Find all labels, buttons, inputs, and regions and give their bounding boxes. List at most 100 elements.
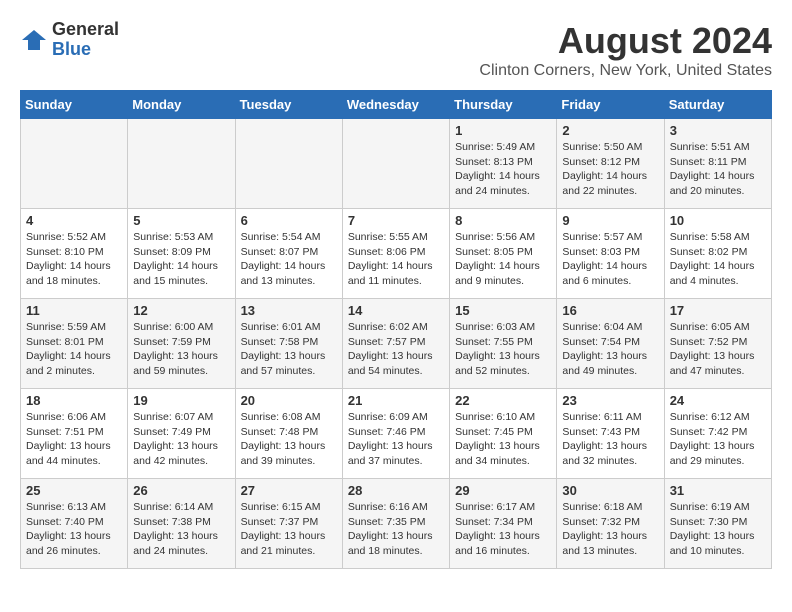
day-info: Sunrise: 5:52 AM Sunset: 8:10 PM Dayligh… xyxy=(26,230,122,289)
weekday-header: Sunday xyxy=(21,91,128,119)
calendar-header-row: SundayMondayTuesdayWednesdayThursdayFrid… xyxy=(21,91,772,119)
day-info: Sunrise: 5:51 AM Sunset: 8:11 PM Dayligh… xyxy=(670,140,766,199)
page-header: General Blue August 2024 Clinton Corners… xyxy=(20,20,772,80)
calendar-day-cell: 4 Sunrise: 5:52 AM Sunset: 8:10 PM Daylig… xyxy=(21,209,128,299)
day-info: Sunrise: 6:08 AM Sunset: 7:48 PM Dayligh… xyxy=(241,410,337,469)
day-info: Sunrise: 5:57 AM Sunset: 8:03 PM Dayligh… xyxy=(562,230,658,289)
day-number: 19 xyxy=(133,393,229,408)
calendar-day-cell xyxy=(235,119,342,209)
calendar-day-cell: 8 Sunrise: 5:56 AM Sunset: 8:05 PM Daylig… xyxy=(450,209,557,299)
day-number: 24 xyxy=(670,393,766,408)
calendar-week-row: 25 Sunrise: 6:13 AM Sunset: 7:40 PM Dayli… xyxy=(21,479,772,569)
day-info: Sunrise: 6:09 AM Sunset: 7:46 PM Dayligh… xyxy=(348,410,444,469)
calendar-day-cell: 9 Sunrise: 5:57 AM Sunset: 8:03 PM Daylig… xyxy=(557,209,664,299)
day-number: 23 xyxy=(562,393,658,408)
calendar-day-cell: 15 Sunrise: 6:03 AM Sunset: 7:55 PM Dayli… xyxy=(450,299,557,389)
day-number: 3 xyxy=(670,123,766,138)
day-number: 9 xyxy=(562,213,658,228)
logo: General Blue xyxy=(20,20,119,60)
calendar-day-cell: 11Sunrise: 5:59 AM Sunset: 8:01 PM Dayli… xyxy=(21,299,128,389)
day-info: Sunrise: 6:06 AM Sunset: 7:51 PM Dayligh… xyxy=(26,410,122,469)
day-number: 4 xyxy=(26,213,122,228)
day-number: 13 xyxy=(241,303,337,318)
calendar-day-cell: 29 Sunrise: 6:17 AM Sunset: 7:34 PM Dayli… xyxy=(450,479,557,569)
calendar-day-cell xyxy=(128,119,235,209)
day-info: Sunrise: 6:02 AM Sunset: 7:57 PM Dayligh… xyxy=(348,320,444,379)
day-number: 29 xyxy=(455,483,551,498)
calendar-day-cell: 13 Sunrise: 6:01 AM Sunset: 7:58 PM Dayli… xyxy=(235,299,342,389)
calendar-day-cell: 16 Sunrise: 6:04 AM Sunset: 7:54 PM Dayli… xyxy=(557,299,664,389)
day-number: 25 xyxy=(26,483,122,498)
day-info: Sunrise: 6:17 AM Sunset: 7:34 PM Dayligh… xyxy=(455,500,551,559)
calendar-day-cell xyxy=(21,119,128,209)
calendar-day-cell: 21 Sunrise: 6:09 AM Sunset: 7:46 PM Dayli… xyxy=(342,389,449,479)
calendar-week-row: 1Sunrise: 5:49 AM Sunset: 8:13 PM Daylig… xyxy=(21,119,772,209)
calendar-day-cell: 27 Sunrise: 6:15 AM Sunset: 7:37 PM Dayli… xyxy=(235,479,342,569)
calendar-week-row: 18 Sunrise: 6:06 AM Sunset: 7:51 PM Dayli… xyxy=(21,389,772,479)
calendar-day-cell: 24 Sunrise: 6:12 AM Sunset: 7:42 PM Dayli… xyxy=(664,389,771,479)
logo-icon xyxy=(20,26,48,54)
calendar-day-cell: 2Sunrise: 5:50 AM Sunset: 8:12 PM Daylig… xyxy=(557,119,664,209)
day-number: 7 xyxy=(348,213,444,228)
calendar-day-cell: 22Sunrise: 6:10 AM Sunset: 7:45 PM Dayli… xyxy=(450,389,557,479)
day-info: Sunrise: 6:11 AM Sunset: 7:43 PM Dayligh… xyxy=(562,410,658,469)
day-number: 5 xyxy=(133,213,229,228)
day-info: Sunrise: 6:05 AM Sunset: 7:52 PM Dayligh… xyxy=(670,320,766,379)
day-number: 31 xyxy=(670,483,766,498)
day-number: 12 xyxy=(133,303,229,318)
weekday-header: Monday xyxy=(128,91,235,119)
day-number: 16 xyxy=(562,303,658,318)
day-info: Sunrise: 5:53 AM Sunset: 8:09 PM Dayligh… xyxy=(133,230,229,289)
calendar-day-cell: 12 Sunrise: 6:00 AM Sunset: 7:59 PM Dayli… xyxy=(128,299,235,389)
day-info: Sunrise: 6:15 AM Sunset: 7:37 PM Dayligh… xyxy=(241,500,337,559)
day-number: 18 xyxy=(26,393,122,408)
day-info: Sunrise: 6:18 AM Sunset: 7:32 PM Dayligh… xyxy=(562,500,658,559)
calendar-day-cell: 6Sunrise: 5:54 AM Sunset: 8:07 PM Daylig… xyxy=(235,209,342,299)
weekday-header: Tuesday xyxy=(235,91,342,119)
day-info: Sunrise: 5:56 AM Sunset: 8:05 PM Dayligh… xyxy=(455,230,551,289)
weekday-header: Wednesday xyxy=(342,91,449,119)
day-number: 8 xyxy=(455,213,551,228)
day-info: Sunrise: 6:12 AM Sunset: 7:42 PM Dayligh… xyxy=(670,410,766,469)
day-number: 22 xyxy=(455,393,551,408)
calendar-day-cell: 5 Sunrise: 5:53 AM Sunset: 8:09 PM Daylig… xyxy=(128,209,235,299)
day-info: Sunrise: 6:03 AM Sunset: 7:55 PM Dayligh… xyxy=(455,320,551,379)
day-number: 14 xyxy=(348,303,444,318)
day-number: 10 xyxy=(670,213,766,228)
day-info: Sunrise: 6:00 AM Sunset: 7:59 PM Dayligh… xyxy=(133,320,229,379)
logo-text: General Blue xyxy=(52,20,119,60)
day-number: 17 xyxy=(670,303,766,318)
day-info: Sunrise: 6:16 AM Sunset: 7:35 PM Dayligh… xyxy=(348,500,444,559)
day-number: 30 xyxy=(562,483,658,498)
calendar-day-cell: 23 Sunrise: 6:11 AM Sunset: 7:43 PM Dayli… xyxy=(557,389,664,479)
calendar-day-cell: 3 Sunrise: 5:51 AM Sunset: 8:11 PM Daylig… xyxy=(664,119,771,209)
weekday-header: Saturday xyxy=(664,91,771,119)
day-number: 6 xyxy=(241,213,337,228)
calendar-week-row: 11Sunrise: 5:59 AM Sunset: 8:01 PM Dayli… xyxy=(21,299,772,389)
day-info: Sunrise: 5:58 AM Sunset: 8:02 PM Dayligh… xyxy=(670,230,766,289)
day-number: 27 xyxy=(241,483,337,498)
day-number: 20 xyxy=(241,393,337,408)
day-info: Sunrise: 6:13 AM Sunset: 7:40 PM Dayligh… xyxy=(26,500,122,559)
day-number: 1 xyxy=(455,123,551,138)
day-info: Sunrise: 6:19 AM Sunset: 7:30 PM Dayligh… xyxy=(670,500,766,559)
calendar-day-cell: 7 Sunrise: 5:55 AM Sunset: 8:06 PM Daylig… xyxy=(342,209,449,299)
calendar-week-row: 4 Sunrise: 5:52 AM Sunset: 8:10 PM Daylig… xyxy=(21,209,772,299)
calendar-day-cell: 1Sunrise: 5:49 AM Sunset: 8:13 PM Daylig… xyxy=(450,119,557,209)
day-number: 26 xyxy=(133,483,229,498)
calendar-day-cell: 31 Sunrise: 6:19 AM Sunset: 7:30 PM Dayli… xyxy=(664,479,771,569)
day-info: Sunrise: 5:55 AM Sunset: 8:06 PM Dayligh… xyxy=(348,230,444,289)
day-number: 15 xyxy=(455,303,551,318)
day-info: Sunrise: 6:04 AM Sunset: 7:54 PM Dayligh… xyxy=(562,320,658,379)
calendar-day-cell: 17 Sunrise: 6:05 AM Sunset: 7:52 PM Dayli… xyxy=(664,299,771,389)
page-subtitle: Clinton Corners, New York, United States xyxy=(479,62,772,80)
calendar-day-cell xyxy=(342,119,449,209)
day-number: 11 xyxy=(26,303,122,318)
day-info: Sunrise: 6:14 AM Sunset: 7:38 PM Dayligh… xyxy=(133,500,229,559)
calendar-day-cell: 26 Sunrise: 6:14 AM Sunset: 7:38 PM Dayli… xyxy=(128,479,235,569)
day-number: 21 xyxy=(348,393,444,408)
calendar-day-cell: 10 Sunrise: 5:58 AM Sunset: 8:02 PM Dayli… xyxy=(664,209,771,299)
calendar-day-cell: 25 Sunrise: 6:13 AM Sunset: 7:40 PM Dayli… xyxy=(21,479,128,569)
day-number: 28 xyxy=(348,483,444,498)
day-info: Sunrise: 6:01 AM Sunset: 7:58 PM Dayligh… xyxy=(241,320,337,379)
